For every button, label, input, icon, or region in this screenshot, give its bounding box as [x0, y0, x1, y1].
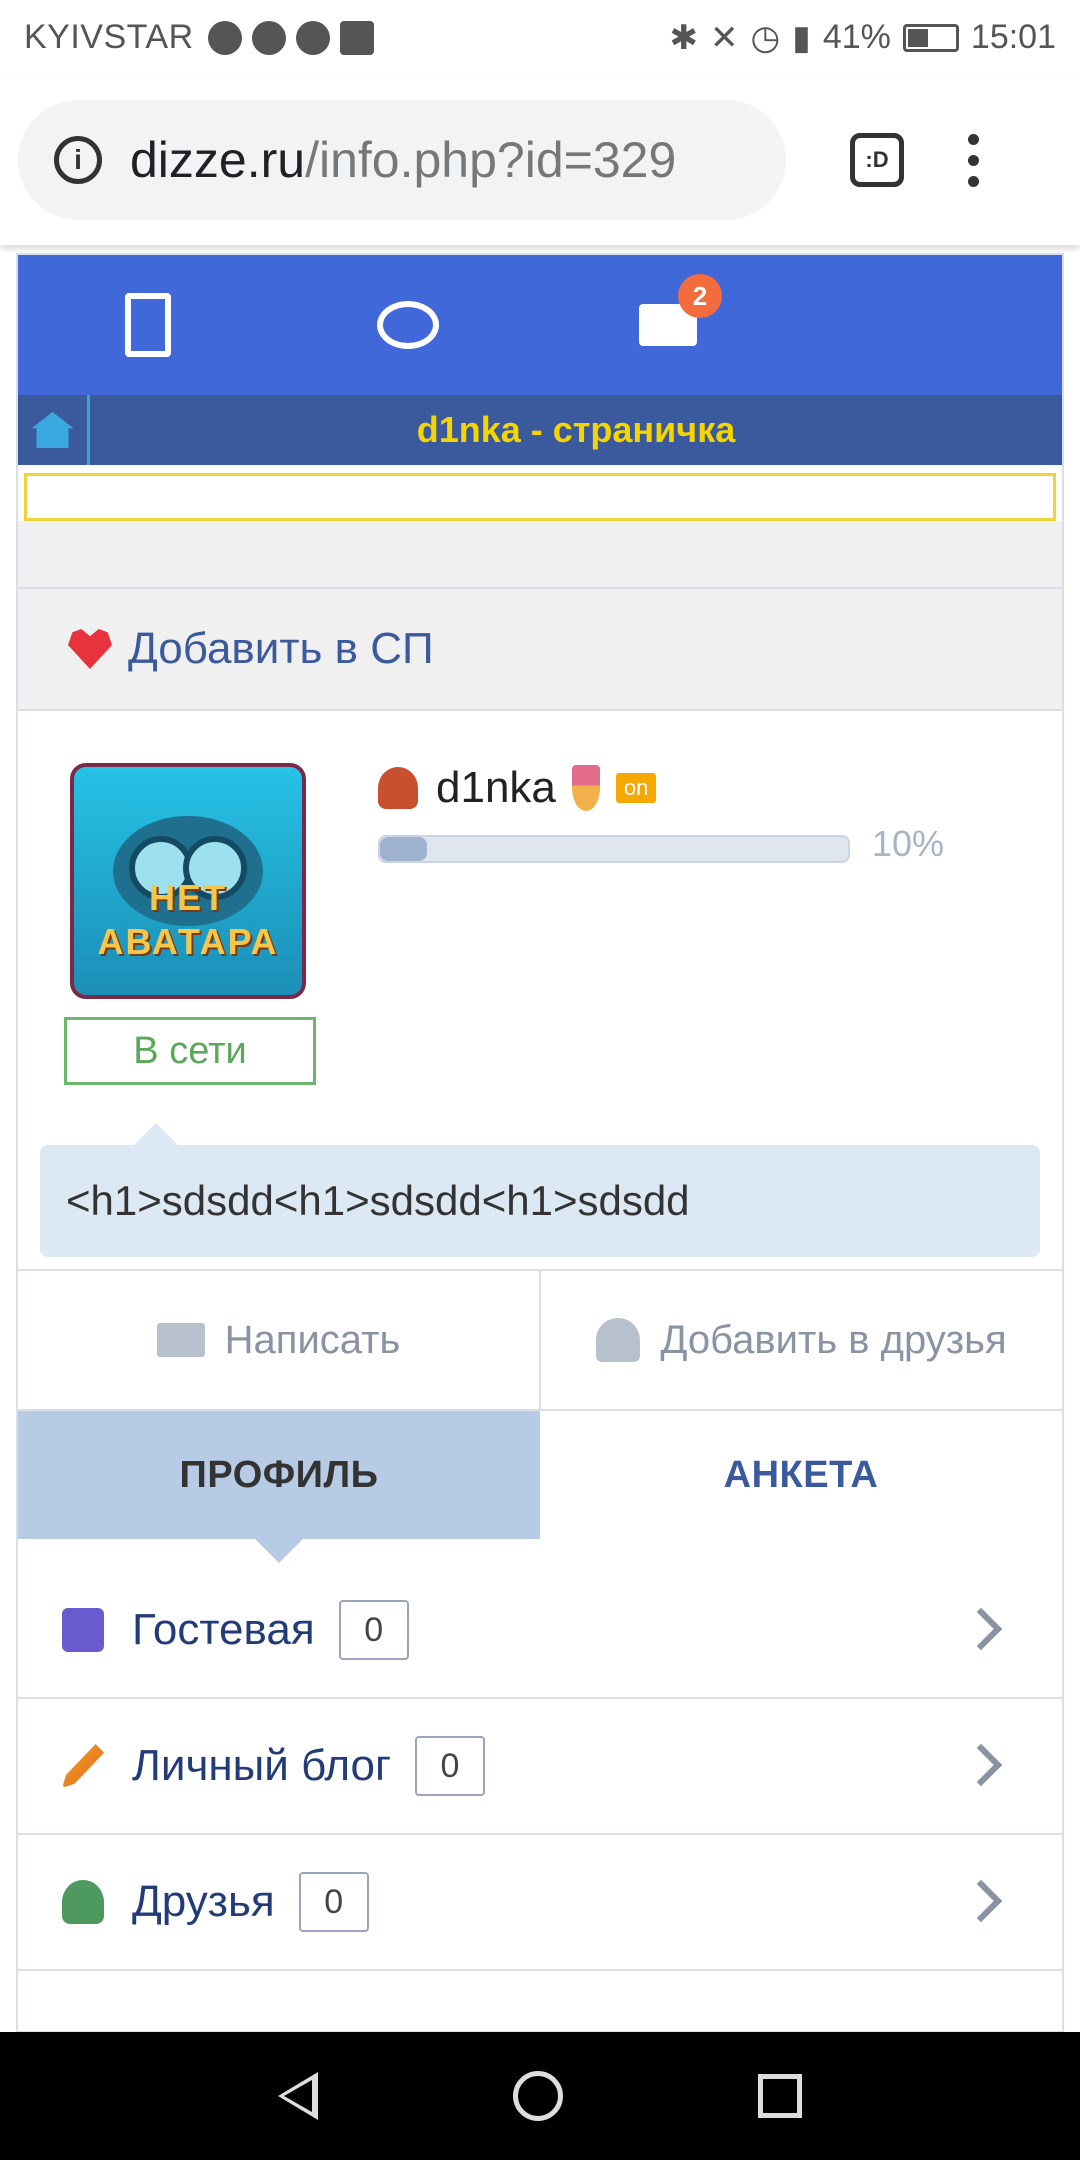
add-to-sp-button[interactable]: Добавить в СП — [18, 589, 1062, 711]
web-page: 2 d1nka - страничка Добавить в СП НЕТ АВ… — [16, 253, 1064, 2033]
chevron-right-icon — [959, 1743, 1003, 1787]
tab-switcher-button[interactable]: :D — [850, 133, 904, 187]
back-icon[interactable] — [277, 2072, 318, 2120]
home-circle-icon[interactable] — [512, 2071, 563, 2121]
write-message-label: Написать — [224, 1317, 401, 1362]
notification-icons — [207, 20, 374, 55]
chrome-icon — [207, 20, 242, 55]
android-nav-bar — [0, 2032, 1080, 2160]
battery-icon — [902, 23, 959, 52]
tab-questionnaire[interactable]: АНКЕТА — [540, 1411, 1062, 1539]
url-text[interactable]: dizze.ru/info.php?id=329 — [130, 131, 676, 189]
status-right: ✱ ✕ ◷ ▮ 41% 15:01 — [669, 18, 1056, 58]
profile-menu: Гостевая 0 Личный блог 0 Друзья 0 — [18, 1563, 1062, 1971]
mail-count-badge: 2 — [678, 274, 722, 318]
profile-card: НЕТ АВАТАРА В сети d1nka on 10% <h1>sdsd… — [18, 711, 1062, 1271]
bluetooth-icon: ✱ — [669, 18, 698, 57]
chrome-icon — [251, 20, 286, 55]
menu-item-count: 0 — [415, 1736, 486, 1796]
menu-item-count: 0 — [338, 1600, 409, 1660]
carrier-name: KYIVSTAR — [24, 18, 194, 56]
profile-tabs: ПРОФИЛЬ АНКЕТА — [18, 1411, 1062, 1563]
title-bar: d1nka - страничка — [18, 395, 1062, 465]
facebook-icon — [339, 20, 374, 55]
menu-item-count: 0 — [298, 1872, 369, 1932]
page-title: d1nka - страничка — [416, 409, 736, 450]
user-name-line: d1nka on — [378, 763, 657, 813]
clock: 15:01 — [970, 18, 1056, 56]
info-icon[interactable]: i — [54, 136, 102, 184]
menu-item-blog[interactable]: Личный блог 0 — [18, 1699, 1062, 1835]
home-icon — [31, 412, 74, 448]
pen-icon — [62, 1744, 104, 1788]
add-user-icon — [596, 1318, 641, 1362]
battery-percent: 41% — [822, 18, 891, 56]
medal-icon — [571, 765, 600, 811]
signal-icon: ▮ — [792, 18, 811, 57]
username: d1nka — [436, 763, 556, 812]
nav-feed-button[interactable] — [18, 293, 278, 357]
write-message-button[interactable]: Написать — [18, 1271, 539, 1409]
add-friend-button[interactable]: Добавить в друзья — [539, 1271, 1062, 1409]
female-user-icon — [378, 767, 418, 809]
add-to-sp-label: Добавить в СП — [128, 624, 434, 673]
chevron-right-icon — [959, 1607, 1003, 1651]
book-icon — [62, 1608, 104, 1652]
add-friend-label: Добавить в друзья — [660, 1317, 1007, 1362]
nav-mail-button[interactable]: 2 — [538, 274, 798, 346]
chevron-right-icon — [959, 1879, 1003, 1923]
avatar-text-line1: НЕТ — [149, 877, 227, 918]
site-top-nav: 2 — [18, 255, 1062, 395]
heart-icon — [68, 629, 112, 669]
whatsapp-icon — [295, 20, 330, 55]
notice-box — [24, 473, 1056, 521]
menu-item-label: Личный блог — [132, 1741, 392, 1790]
online-status-badge: В сети — [64, 1017, 316, 1085]
document-icon — [125, 293, 171, 357]
avatar[interactable]: НЕТ АВАТАРА — [70, 763, 306, 999]
mute-icon: ✕ — [709, 18, 739, 57]
status-message: <h1>sdsdd<h1>sdsdd<h1>sdsdd — [40, 1123, 1040, 1257]
nav-chat-button[interactable] — [278, 301, 538, 349]
menu-item-guestbook[interactable]: Гостевая 0 — [18, 1563, 1062, 1699]
url-path: /info.php?id=329 — [305, 132, 677, 188]
browser-toolbar: i dizze.ru/info.php?id=329 :D — [0, 75, 1080, 245]
status-bar: KYIVSTAR ✱ ✕ ◷ ▮ 41% 15:01 — [0, 0, 1080, 75]
level-progress-bar — [378, 835, 850, 863]
menu-item-label: Друзья — [132, 1877, 275, 1926]
on-badge: on — [615, 773, 657, 803]
friends-icon — [62, 1880, 104, 1924]
menu-item-friends[interactable]: Друзья 0 — [18, 1835, 1062, 1971]
profile-actions: Написать Добавить в друзья — [18, 1271, 1062, 1411]
address-bar[interactable]: i dizze.ru/info.php?id=329 — [18, 100, 786, 220]
recent-apps-icon[interactable] — [758, 2074, 803, 2118]
more-menu-icon[interactable] — [968, 133, 979, 187]
home-button[interactable] — [18, 395, 90, 465]
menu-item-label: Гостевая — [132, 1605, 315, 1654]
alarm-icon: ◷ — [750, 18, 781, 57]
level-progress-percent: 10% — [872, 823, 945, 864]
tab-profile[interactable]: ПРОФИЛЬ — [18, 1411, 540, 1563]
envelope-icon — [156, 1323, 205, 1357]
url-domain: dizze.ru — [130, 132, 306, 188]
chat-icon — [377, 301, 439, 349]
spacer-band — [18, 521, 1062, 589]
level-progress-fill — [380, 837, 427, 861]
avatar-text-line2: АВАТАРА — [97, 921, 279, 962]
